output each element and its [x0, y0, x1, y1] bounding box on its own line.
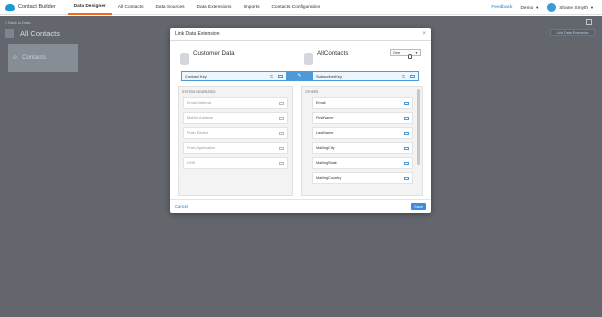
tab-imports[interactable]: Imports: [237, 0, 265, 15]
link-icon[interactable]: ✎: [287, 71, 312, 81]
tab-data-designer[interactable]: Data Designer: [67, 0, 112, 15]
field-label: Push Device: [187, 131, 209, 135]
salesforce-cloud-icon: [5, 3, 15, 11]
chevron-down-icon: ▼: [415, 50, 418, 55]
tab-contacts-configuration[interactable]: Contacts Configuration: [265, 0, 326, 15]
modal-title: Link Data Extension: [175, 31, 220, 37]
card-icon: [404, 161, 409, 165]
field-item[interactable]: MailingState: [312, 157, 413, 169]
scrollbar[interactable]: [417, 89, 420, 165]
field-item[interactable]: LINE: [183, 157, 288, 169]
field-item[interactable]: Push Device: [183, 127, 288, 139]
card-icon: [279, 101, 284, 105]
avatar[interactable]: [547, 3, 557, 12]
card-icon: [404, 116, 409, 120]
back-link: < Back to Data...: [5, 21, 34, 25]
card-icon: [279, 116, 284, 120]
field-label: Push Application: [187, 146, 216, 150]
account-label: Demo: [520, 5, 534, 11]
card-icon: [410, 74, 415, 78]
contacts-card: ☺ Contacts: [8, 44, 78, 72]
left-data-extension: Customer Data: [180, 46, 298, 70]
field-label: FirstName: [316, 116, 334, 120]
people-icon: ☺: [12, 55, 19, 61]
left-fields-panel: SYSTEM GENERATED Email Address Mobile Ad…: [178, 86, 293, 196]
save-button[interactable]: Save: [411, 203, 426, 210]
left-key-label: Contact Key: [185, 73, 207, 79]
field-item[interactable]: MailingCountry: [312, 172, 413, 184]
chevron-down-icon: ▼: [590, 4, 594, 10]
background-link-button: Link Data Extension: [550, 29, 595, 36]
tab-data-extensions[interactable]: Data Extensions: [191, 0, 238, 15]
field-label: MailingCity: [316, 146, 335, 150]
top-right-controls: Feedback Demo ▼ Shane Smyth ▼: [491, 0, 594, 15]
card-icon: [279, 161, 284, 165]
user-name: Shane Smyth: [559, 5, 589, 11]
background-title-bar: All Contacts: [5, 27, 125, 39]
card-icon: [404, 131, 409, 135]
field-label: Email: [316, 101, 326, 105]
contacts-icon: [5, 28, 14, 38]
tab-data-sources[interactable]: Data Sources: [149, 0, 190, 15]
card-icon: [278, 74, 283, 78]
right-fields-panel: OTHERS Email FirstName LastName MailingC…: [301, 86, 423, 196]
field-label: Mobile Address: [187, 116, 213, 120]
field-item[interactable]: MailingCity: [312, 142, 413, 154]
user-menu[interactable]: Shane Smyth ▼: [559, 5, 594, 11]
left-key-field[interactable]: Contact Key ⚿: [181, 71, 287, 81]
field-item[interactable]: LastName: [312, 127, 413, 139]
close-icon[interactable]: ×: [422, 31, 426, 37]
field-label: LastName: [316, 131, 334, 135]
save-icon: [586, 19, 592, 25]
right-key-field[interactable]: SubscriberKey ⚿: [312, 71, 419, 81]
left-extension-title: Customer Data: [193, 50, 235, 57]
hand-cursor-icon: [408, 54, 412, 59]
field-item[interactable]: Email: [312, 97, 413, 109]
account-switcher[interactable]: Demo ▼: [520, 5, 539, 11]
nav-tabs: Data Designer All Contacts Data Sources …: [67, 0, 327, 15]
field-label: MailingState: [316, 161, 337, 165]
field-item[interactable]: Email Address: [183, 97, 288, 109]
section-label: OTHERS: [305, 90, 319, 94]
key-icon: ⚿: [269, 73, 273, 79]
modal-header: Link Data Extension ×: [170, 28, 431, 41]
field-label: Email Address: [187, 101, 212, 105]
section-label: SYSTEM GENERATED: [182, 90, 216, 94]
feedback-link[interactable]: Feedback: [491, 5, 512, 10]
key-icons: ⚿: [402, 74, 415, 79]
key-mapping-row: Contact Key ⚿ ✎ SubscriberKey ⚿: [170, 71, 431, 81]
card-icon: [404, 176, 409, 180]
right-extension-title: AllContacts: [317, 50, 349, 57]
tab-all-contacts[interactable]: All Contacts: [112, 0, 150, 15]
top-navigation-bar: Contact Builder Data Designer All Contac…: [0, 0, 602, 15]
relationship-value: One: [393, 50, 401, 55]
brand[interactable]: Contact Builder: [5, 3, 56, 11]
field-item[interactable]: Push Application: [183, 142, 288, 154]
chevron-down-icon: ▼: [535, 4, 540, 10]
field-item[interactable]: FirstName: [312, 112, 413, 124]
cancel-button[interactable]: Cancel: [175, 204, 188, 209]
modal-footer: Cancel Save: [170, 199, 431, 213]
database-icon: [180, 53, 189, 65]
field-label: MailingCountry: [316, 176, 342, 180]
card-icon: [279, 146, 284, 150]
field-label: LINE: [187, 161, 196, 165]
database-icon: [304, 53, 313, 65]
contacts-card-label: Contacts: [22, 55, 46, 61]
app-title: Contact Builder: [18, 4, 56, 10]
card-icon: [279, 131, 284, 135]
key-icons: ⚿: [270, 74, 283, 79]
key-icon: ⚿: [401, 73, 405, 79]
page-title: All Contacts: [20, 28, 61, 38]
card-icon: [404, 146, 409, 150]
right-key-label: SubscriberKey: [316, 73, 343, 79]
link-data-extension-modal: Link Data Extension × Customer Data AllC…: [170, 28, 431, 213]
card-icon: [404, 101, 409, 105]
relationship-select[interactable]: One ▼: [390, 49, 421, 56]
field-item[interactable]: Mobile Address: [183, 112, 288, 124]
